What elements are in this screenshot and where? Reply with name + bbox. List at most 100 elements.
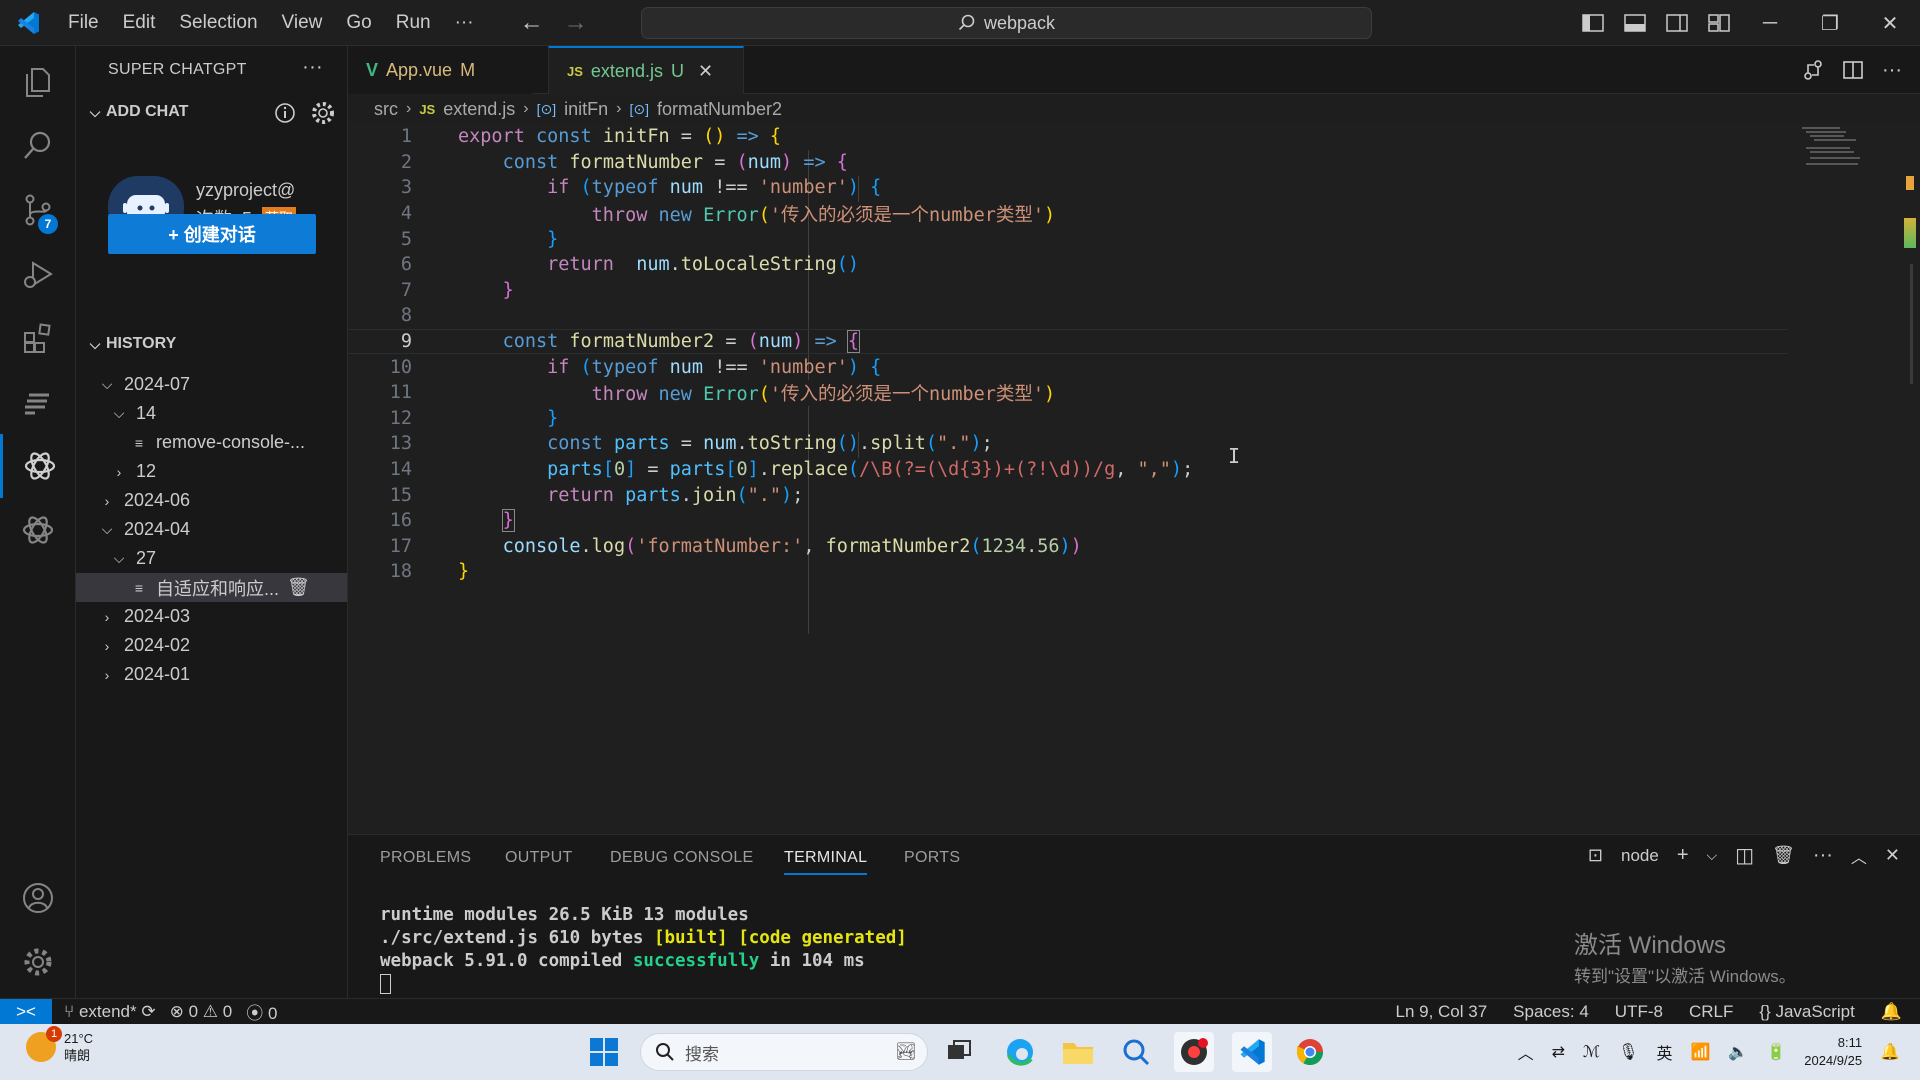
extensions-icon[interactable] bbox=[0, 306, 76, 370]
encoding[interactable]: UTF-8 bbox=[1615, 1002, 1663, 1022]
tray-chevron-up-icon[interactable]: ︿ bbox=[1518, 1040, 1534, 1064]
language-mode[interactable]: {} JavaScript bbox=[1759, 1002, 1854, 1022]
source-control-icon[interactable]: 7 bbox=[0, 178, 76, 242]
microphone-icon[interactable]: 🎙 bbox=[1618, 1042, 1638, 1062]
menu-edit[interactable]: Edit bbox=[111, 0, 168, 46]
remote-icon[interactable]: >< bbox=[0, 998, 52, 1025]
input-method-icon[interactable]: ℳ bbox=[1583, 1042, 1600, 1062]
search-app-icon[interactable] bbox=[1116, 1032, 1156, 1072]
history-item-responsive[interactable]: ≡ 自适应和响应... 🗑 bbox=[76, 573, 347, 602]
panel-more-icon[interactable]: ··· bbox=[1813, 844, 1833, 867]
trash-icon[interactable]: 🗑 bbox=[287, 577, 310, 598]
command-center-search[interactable]: webpack bbox=[641, 7, 1372, 39]
weather-widget[interactable]: 1 21°C 晴朗 bbox=[26, 1026, 93, 1064]
chevron-down-icon[interactable]: ⌵ bbox=[1707, 847, 1718, 864]
history-group-14[interactable]: ⌵ 14 bbox=[108, 399, 156, 428]
history-item-remove-console[interactable]: ≡ remove-console-... bbox=[128, 428, 305, 457]
history-group-2024-04[interactable]: ⌵ 2024-04 bbox=[96, 515, 190, 544]
manage-gear-icon[interactable] bbox=[0, 930, 76, 994]
tab-extend-js[interactable]: JS extend.js U ✕ bbox=[548, 46, 744, 94]
minimize-button[interactable]: ─ bbox=[1740, 0, 1800, 46]
vscode-taskbar-icon[interactable] bbox=[1232, 1032, 1272, 1072]
menu-run[interactable]: Run bbox=[384, 0, 443, 46]
history-group-2024-02[interactable]: › 2024-02 bbox=[96, 631, 190, 660]
battery-icon[interactable]: 🔋 bbox=[1766, 1042, 1786, 1062]
forward-arrow-icon[interactable]: → bbox=[564, 9, 588, 37]
settings-gear-icon[interactable] bbox=[310, 100, 336, 126]
history-group-2024-06[interactable]: › 2024-06 bbox=[96, 486, 190, 515]
history-group-2024-07[interactable]: ⌵ 2024-07 bbox=[96, 370, 190, 399]
taskbar-search[interactable]: 搜索 🏞 bbox=[640, 1033, 928, 1071]
cursor-position[interactable]: Ln 9, Col 37 bbox=[1395, 1002, 1487, 1022]
close-window-button[interactable]: ✕ bbox=[1860, 0, 1920, 46]
breadcrumb-symbol[interactable]: initFn bbox=[564, 99, 608, 120]
screen-recorder-icon[interactable] bbox=[1174, 1032, 1214, 1072]
terminal-cursor[interactable] bbox=[380, 974, 391, 994]
wifi-icon[interactable]: 📶 bbox=[1690, 1042, 1710, 1062]
breadcrumb-folder[interactable]: src bbox=[374, 99, 398, 120]
tab-terminal[interactable]: TERMINAL bbox=[784, 849, 868, 875]
menu-view[interactable]: View bbox=[270, 0, 335, 46]
customize-layout-icon[interactable] bbox=[1698, 0, 1740, 46]
file-explorer-icon[interactable] bbox=[1058, 1032, 1098, 1072]
line-ending[interactable]: CRLF bbox=[1689, 1002, 1733, 1022]
run-debug-icon[interactable] bbox=[0, 242, 76, 306]
split-editor-icon[interactable] bbox=[1842, 59, 1864, 81]
lines-extension-icon[interactable] bbox=[0, 370, 76, 434]
chatgpt-icon[interactable] bbox=[0, 434, 76, 498]
maximize-panel-icon[interactable]: ︿ bbox=[1851, 844, 1867, 868]
toggle-secondary-sidebar-icon[interactable] bbox=[1656, 0, 1698, 46]
task-view-icon[interactable] bbox=[940, 1032, 980, 1072]
chatgpt-alt-icon[interactable] bbox=[0, 498, 76, 562]
trash-icon[interactable]: 🗑 bbox=[1772, 845, 1795, 866]
chrome-icon[interactable] bbox=[1290, 1032, 1330, 1072]
branch-item[interactable]: ⑂ extend* ⟳ bbox=[64, 1002, 156, 1022]
edge-icon[interactable] bbox=[1000, 1032, 1040, 1072]
start-button[interactable] bbox=[584, 1032, 624, 1072]
compare-changes-icon[interactable] bbox=[1802, 59, 1824, 81]
tab-ports[interactable]: PORTS bbox=[904, 849, 960, 867]
more-actions-icon[interactable]: ··· bbox=[302, 56, 323, 79]
toggle-primary-sidebar-icon[interactable] bbox=[1572, 0, 1614, 46]
create-chat-button[interactable]: + 创建对话 bbox=[108, 214, 316, 254]
ports-item[interactable]: ⦿ 0 bbox=[246, 999, 277, 1024]
ime-language[interactable]: 英 bbox=[1656, 1040, 1672, 1064]
tab-problems[interactable]: PROBLEMS bbox=[380, 849, 471, 867]
network-transfer-icon[interactable]: ⇄ bbox=[1552, 1042, 1565, 1062]
code-editor[interactable]: 1 export const initFn = () => { 2 const f… bbox=[348, 124, 1888, 834]
add-chat-section[interactable]: ⌵ ADD CHAT bbox=[76, 94, 347, 130]
history-group-27[interactable]: ⌵ 27 bbox=[108, 544, 156, 573]
terminal-shell-name[interactable]: node bbox=[1621, 846, 1659, 866]
split-terminal-icon[interactable]: ◫ bbox=[1735, 843, 1754, 868]
back-arrow-icon[interactable]: ← bbox=[520, 9, 544, 37]
clock[interactable]: 8:11 2024/9/25 bbox=[1804, 1034, 1862, 1070]
editor-more-icon[interactable]: ··· bbox=[1882, 59, 1902, 82]
menu-more[interactable]: ··· bbox=[443, 0, 486, 46]
new-terminal-icon[interactable]: + bbox=[1677, 844, 1689, 867]
history-group-12[interactable]: › 12 bbox=[108, 457, 156, 486]
explorer-icon[interactable] bbox=[0, 50, 76, 114]
menu-go[interactable]: Go bbox=[334, 0, 383, 46]
tab-app-vue[interactable]: V App.vue M bbox=[348, 46, 532, 94]
problems-item[interactable]: ⊗ 0 ⚠ 0 bbox=[170, 1002, 233, 1022]
history-section[interactable]: ⌵ HISTORY bbox=[76, 326, 348, 362]
tab-debug-console[interactable]: DEBUG CONSOLE bbox=[610, 849, 754, 867]
toggle-panel-icon[interactable] bbox=[1614, 0, 1656, 46]
editor-scrollbar[interactable] bbox=[1888, 124, 1920, 834]
tab-output[interactable]: OUTPUT bbox=[505, 849, 573, 867]
breadcrumb-symbol[interactable]: formatNumber2 bbox=[657, 99, 782, 120]
minimap[interactable] bbox=[1800, 124, 1888, 184]
breadcrumb-file[interactable]: extend.js bbox=[443, 99, 515, 120]
search-icon[interactable] bbox=[0, 114, 76, 178]
volume-icon[interactable]: 🔈 bbox=[1728, 1042, 1748, 1062]
history-group-2024-01[interactable]: › 2024-01 bbox=[96, 660, 190, 689]
history-group-2024-03[interactable]: › 2024-03 bbox=[96, 602, 190, 631]
info-icon[interactable] bbox=[274, 102, 296, 124]
indentation[interactable]: Spaces: 4 bbox=[1513, 1002, 1589, 1022]
close-tab-icon[interactable]: ✕ bbox=[698, 61, 713, 82]
notification-center-icon[interactable]: 🔔 bbox=[1880, 1042, 1900, 1062]
close-panel-icon[interactable]: ✕ bbox=[1885, 845, 1900, 866]
restore-button[interactable]: ❐ bbox=[1800, 0, 1860, 46]
scroll-thumb[interactable] bbox=[1910, 264, 1913, 384]
account-icon[interactable] bbox=[0, 866, 76, 930]
